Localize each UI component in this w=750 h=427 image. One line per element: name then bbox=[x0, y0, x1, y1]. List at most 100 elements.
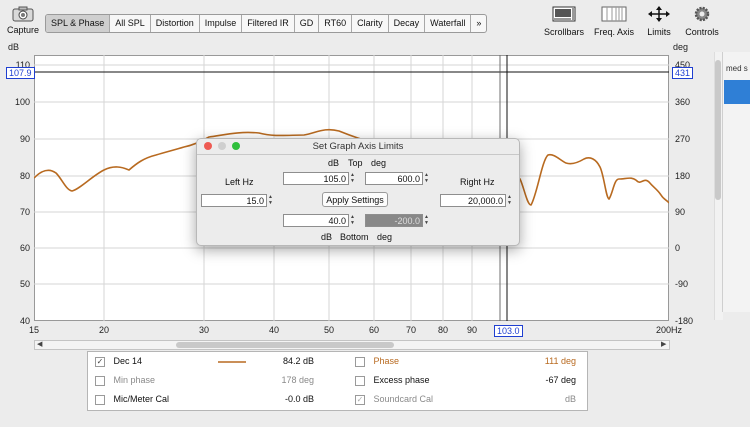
dialog-titlebar: Set Graph Axis Limits bbox=[197, 139, 519, 155]
limits-button[interactable]: Limits bbox=[642, 6, 676, 37]
soundcard-cal-checkbox[interactable]: ✓ bbox=[355, 394, 365, 405]
capture-label: Capture bbox=[6, 25, 40, 35]
right-hz-input[interactable]: 20,000.0 bbox=[440, 194, 506, 207]
limits-label: Limits bbox=[647, 27, 671, 37]
freq-axis-label: Freq. Axis bbox=[593, 27, 634, 37]
tab-clarity[interactable]: Clarity bbox=[352, 15, 389, 32]
vertical-scroll-thumb[interactable] bbox=[715, 60, 721, 200]
tab-decay[interactable]: Decay bbox=[389, 15, 426, 32]
dec14-checkbox[interactable]: ✓ bbox=[95, 356, 105, 367]
bottom-deg-input[interactable]: -200.0 bbox=[365, 214, 423, 227]
soundcard-cal-name: Soundcard Cal bbox=[373, 394, 434, 404]
phase-value: 111 deg bbox=[544, 356, 576, 366]
right-hz-stepper[interactable]: ▲ ▼ bbox=[506, 194, 513, 207]
soundcard-cal-value: dB bbox=[564, 394, 576, 404]
cursor-x-readout: 103.0 bbox=[494, 325, 523, 337]
scrollbars-label: Scrollbars bbox=[543, 27, 584, 37]
legend-panel: ✓ Dec 14 84.2 dB Phase 111 deg Min phase… bbox=[87, 351, 588, 411]
x-tick: 15 bbox=[28, 325, 39, 335]
top-deg-label: deg bbox=[371, 158, 387, 168]
top-deg-input[interactable]: 600.0 bbox=[365, 172, 423, 185]
cursor-left-readout: 107.9 bbox=[6, 67, 35, 79]
tab-filtered-ir[interactable]: Filtered IR bbox=[242, 15, 295, 32]
controls-button[interactable]: Controls bbox=[682, 6, 722, 37]
x-tick: 60 bbox=[368, 325, 379, 335]
minimize-icon[interactable] bbox=[218, 142, 226, 150]
tab-distortion[interactable]: Distortion bbox=[151, 15, 200, 32]
scroll-right-icon[interactable]: ▶ bbox=[661, 340, 666, 348]
scrollbars-icon bbox=[552, 6, 576, 22]
dec14-name: Dec 14 bbox=[113, 356, 143, 366]
right-tick: 270 bbox=[675, 134, 691, 144]
right-tick: 0 bbox=[675, 243, 681, 253]
legend-row-excess-phase: Excess phase bbox=[355, 371, 430, 390]
min-phase-checkbox[interactable] bbox=[95, 375, 105, 386]
left-hz-input[interactable]: 15.0 bbox=[201, 194, 267, 207]
legend-row-min-phase: Min phase bbox=[95, 371, 155, 390]
left-tick: 60 bbox=[19, 243, 30, 253]
min-phase-name: Min phase bbox=[113, 375, 156, 385]
legend-row-soundcard-cal: ✓ Soundcard Cal bbox=[355, 390, 433, 409]
x-tick: 70 bbox=[405, 325, 416, 335]
phase-checkbox[interactable] bbox=[355, 356, 365, 367]
right-tick: -90 bbox=[675, 279, 689, 289]
tab-gd[interactable]: GD bbox=[295, 15, 320, 32]
tab-more[interactable]: » bbox=[471, 15, 486, 32]
right-tick: 360 bbox=[675, 97, 691, 107]
tab-all-spl[interactable]: All SPL bbox=[110, 15, 151, 32]
legend-row-phase: Phase bbox=[355, 352, 399, 371]
tab-impulse[interactable]: Impulse bbox=[200, 15, 243, 32]
freq-axis-button[interactable]: Freq. Axis bbox=[592, 6, 636, 37]
right-tick: 180 bbox=[675, 171, 691, 181]
x-tick: 20 bbox=[98, 325, 109, 335]
top-db-input[interactable]: 105.0 bbox=[283, 172, 349, 185]
tab-waterfall[interactable]: Waterfall bbox=[425, 15, 472, 32]
right-hz-label: Right Hz bbox=[460, 177, 495, 187]
legend-row-mic-cal: Mic/Meter Cal bbox=[95, 390, 169, 409]
capture-button[interactable]: Capture bbox=[6, 6, 40, 35]
left-hz-stepper[interactable]: ▲ ▼ bbox=[267, 194, 274, 207]
right-panel-label: med s bbox=[726, 64, 748, 73]
phase-name: Phase bbox=[373, 356, 400, 366]
horizontal-scroll-thumb[interactable] bbox=[176, 342, 394, 348]
left-tick: 80 bbox=[19, 171, 30, 181]
x-tick: 40 bbox=[268, 325, 279, 335]
controls-label: Controls bbox=[685, 27, 719, 37]
left-tick: 70 bbox=[19, 207, 30, 217]
zoom-icon[interactable] bbox=[232, 142, 240, 150]
apply-settings-button[interactable]: Apply Settings bbox=[322, 192, 388, 207]
min-phase-value: 178 deg bbox=[281, 375, 314, 385]
bottom-label: Bottom bbox=[340, 232, 369, 242]
x-tick: 50 bbox=[323, 325, 334, 335]
tab-spl-phase[interactable]: SPL & Phase bbox=[46, 15, 111, 32]
scrollbars-button[interactable]: Scrollbars bbox=[540, 6, 588, 37]
right-axis-unit: deg bbox=[673, 42, 689, 52]
mic-cal-name: Mic/Meter Cal bbox=[113, 394, 170, 404]
excess-phase-name: Excess phase bbox=[373, 375, 430, 385]
top-db-stepper[interactable]: ▲ ▼ bbox=[349, 172, 356, 185]
bottom-db-stepper[interactable]: ▲ ▼ bbox=[349, 214, 356, 227]
x-tick-last: 200Hz bbox=[656, 325, 683, 335]
top-deg-stepper[interactable]: ▲ ▼ bbox=[423, 172, 430, 185]
bottom-deg-stepper[interactable]: ▲ ▼ bbox=[423, 214, 430, 227]
left-tick: 90 bbox=[19, 134, 30, 144]
right-panel-selection[interactable] bbox=[724, 80, 750, 104]
bottom-db-input[interactable]: 40.0 bbox=[283, 214, 349, 227]
tab-rt60[interactable]: RT60 bbox=[319, 15, 353, 32]
camera-icon bbox=[12, 6, 34, 22]
arrows-icon bbox=[648, 6, 670, 22]
x-tick: 90 bbox=[466, 325, 477, 335]
scroll-left-icon[interactable]: ◀ bbox=[37, 340, 42, 348]
top-label: Top bbox=[348, 158, 363, 168]
top-db-label: dB bbox=[328, 158, 340, 168]
x-tick: 30 bbox=[198, 325, 209, 335]
close-icon[interactable] bbox=[204, 142, 212, 150]
excess-phase-checkbox[interactable] bbox=[355, 375, 365, 386]
left-tick: 50 bbox=[19, 279, 30, 289]
excess-phase-value: -67 deg bbox=[545, 375, 576, 385]
cursor-right-readout: 431 bbox=[672, 67, 694, 79]
bottom-deg-label: deg bbox=[377, 232, 393, 242]
tab-bar: SPL & Phase All SPL Distortion Impulse F… bbox=[45, 14, 488, 33]
mic-cal-checkbox[interactable] bbox=[95, 394, 105, 405]
bottom-db-label: dB bbox=[321, 232, 333, 242]
